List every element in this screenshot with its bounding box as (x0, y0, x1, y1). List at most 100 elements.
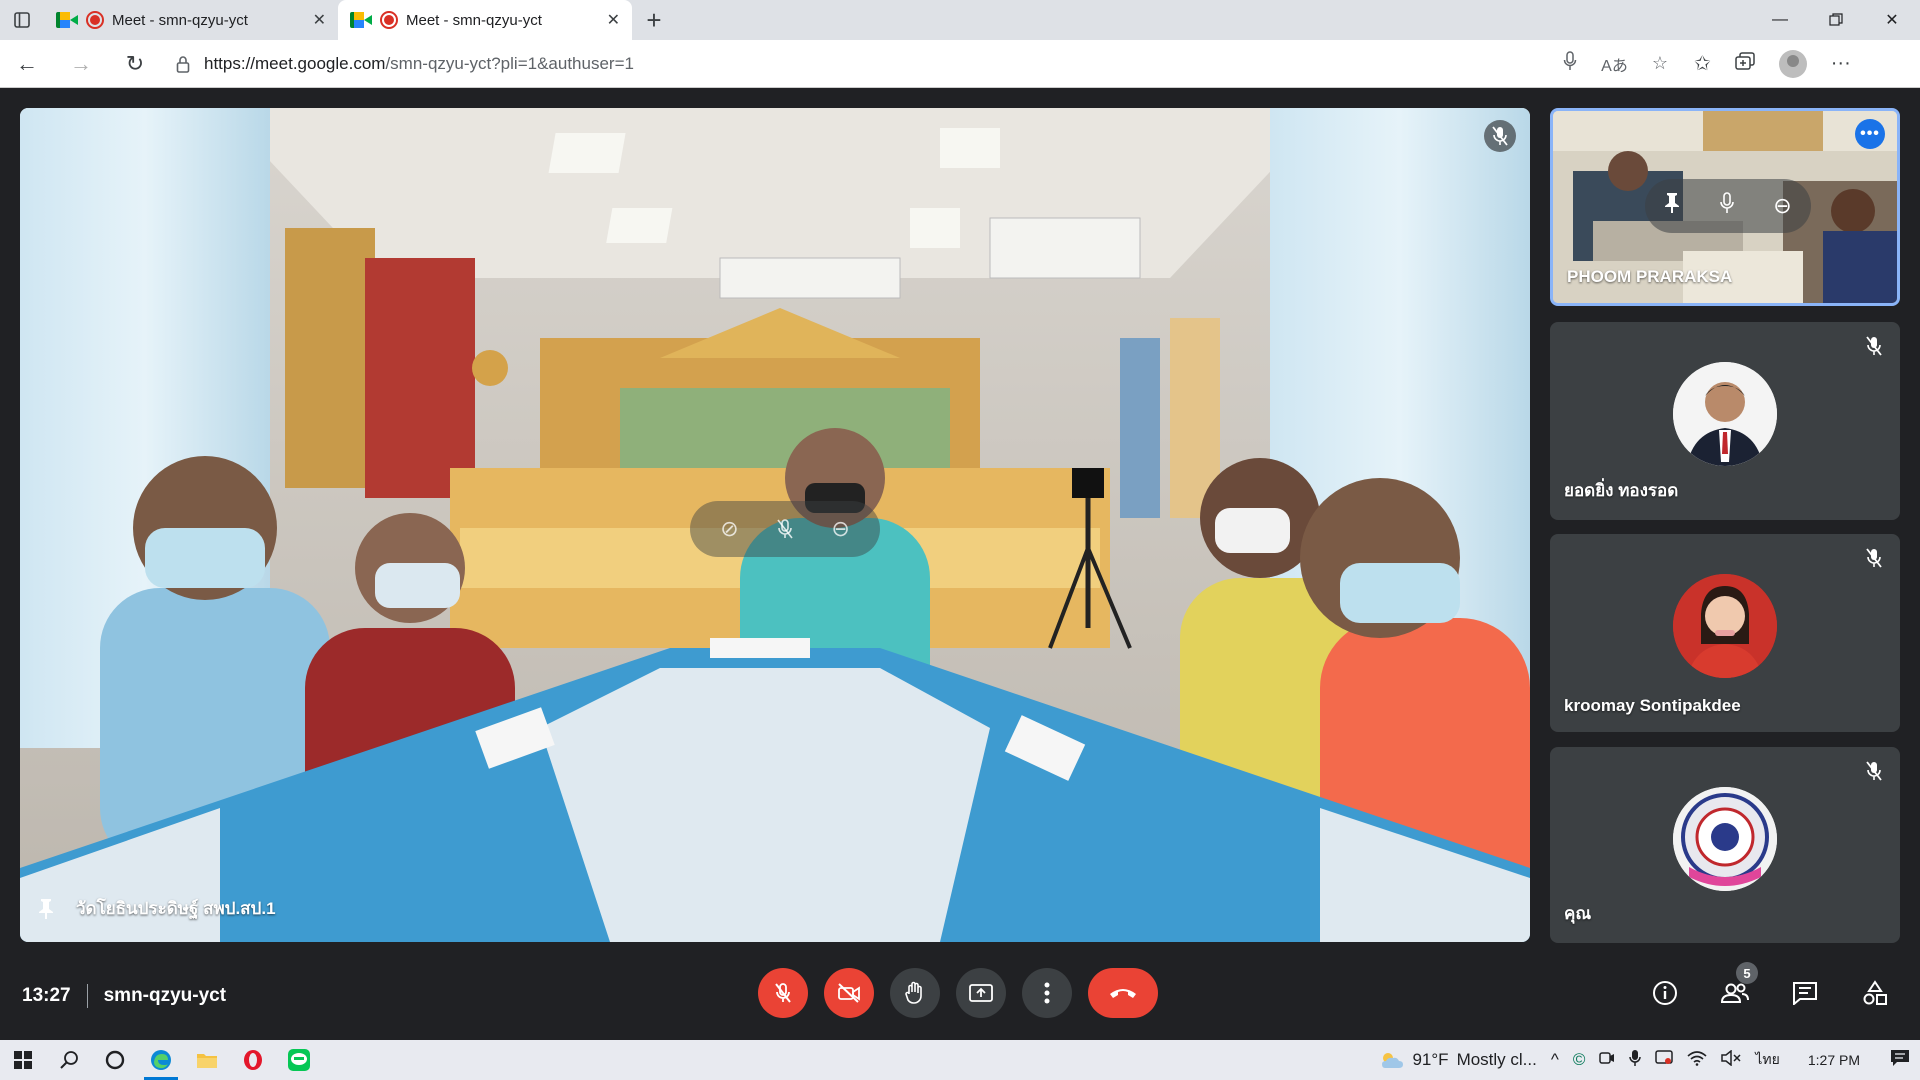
cortana-button[interactable] (92, 1040, 138, 1080)
pin-icon[interactable] (1664, 192, 1680, 220)
present-screen-button[interactable] (956, 968, 1006, 1018)
url-path: /smn-qzyu-yct?pli=1&authuser=1 (385, 53, 634, 73)
address-toolbar: ← → ↻ https://meet.google.com/smn-qzyu-y… (0, 40, 1920, 88)
activities-button[interactable] (1850, 968, 1900, 1018)
favorites-icon[interactable]: ✩ (1694, 51, 1711, 76)
camera-toggle-button[interactable] (824, 968, 874, 1018)
address-bar[interactable]: https://meet.google.com/smn-qzyu-yct?pli… (162, 45, 1682, 82)
hand-icon (905, 981, 922, 1004)
settings-menu-icon[interactable]: ··· (1831, 52, 1851, 75)
url-host: https://meet.google.com (204, 53, 386, 73)
participant-tile-1[interactable]: ⊖ ••• PHOOM PRARAKSA (1550, 108, 1900, 306)
collections-icon[interactable] (1735, 51, 1755, 76)
main-participant-label: วัดโยธินประดิษฐ์ สพป.สป.1 (38, 895, 276, 922)
close-tab-icon[interactable]: ✕ (607, 10, 620, 30)
raise-hand-button[interactable] (890, 968, 940, 1018)
notifications-icon[interactable] (1890, 1049, 1910, 1072)
browser-tab-strip: Meet - smn-qzyu-yct ✕ Meet - smn-qzyu-yc… (0, 0, 1920, 40)
participants-button[interactable]: 5 (1710, 962, 1760, 1018)
browser-tab-1[interactable]: Meet - smn-qzyu-yct ✕ (44, 0, 338, 40)
mute-participant-icon[interactable] (775, 518, 795, 540)
reload-button[interactable]: ↻ (108, 40, 162, 88)
weather-temperature: 91°F (1412, 1050, 1449, 1069)
new-tab-button[interactable]: + (632, 0, 676, 40)
volume-muted-icon[interactable] (1721, 1048, 1741, 1071)
participant-name: kroomay Sontipakdee (1564, 696, 1741, 715)
microphone-toggle-button[interactable] (758, 968, 808, 1018)
videocam-off-icon (838, 983, 860, 1003)
screen-capture-icon[interactable] (1655, 1049, 1674, 1071)
weather-description: Mostly cl... (1456, 1050, 1537, 1069)
tab-title: Meet - smn-qzyu-yct (112, 11, 248, 29)
tab-actions-button[interactable] (0, 0, 44, 40)
add-favorite-icon[interactable]: ☆ (1652, 53, 1668, 74)
participant-count-badge: 5 (1736, 962, 1758, 984)
edge-taskbar-button[interactable] (138, 1040, 184, 1080)
start-button[interactable] (0, 1040, 46, 1080)
back-button[interactable]: ← (0, 40, 54, 88)
remove-from-call-icon[interactable]: ⊖ (1773, 193, 1791, 219)
wifi-icon[interactable] (1687, 1050, 1707, 1071)
participant-avatar (1673, 362, 1777, 466)
mic-off-icon (1862, 334, 1886, 358)
call-controls (758, 968, 1158, 1018)
call-end-icon (1110, 989, 1136, 998)
meeting-time: 13:27 (22, 985, 71, 1006)
opera-icon (244, 1050, 262, 1070)
activities-icon (1863, 980, 1887, 1005)
windows-logo-icon (14, 1051, 32, 1069)
lock-icon[interactable] (176, 55, 190, 73)
chat-button[interactable] (1780, 968, 1830, 1018)
pin-icon (39, 898, 53, 919)
main-muted-badge (1484, 120, 1516, 152)
browser-tab-2[interactable]: Meet - smn-qzyu-yct ✕ (338, 0, 632, 40)
participant-tile-4[interactable]: คุณ (1550, 747, 1900, 943)
microphone-permission-icon[interactable] (1563, 51, 1577, 76)
restore-icon[interactable] (1808, 0, 1864, 40)
weather-widget[interactable]: 91°F Mostly cl... (1380, 1050, 1537, 1070)
meeting-side-controls: 5 (1640, 962, 1900, 1018)
participant-name: ยอดยิ่ง ทองรอด (1564, 481, 1679, 500)
window-controls: — ✕ (1752, 0, 1920, 40)
opera-button[interactable] (230, 1040, 276, 1080)
input-language[interactable]: ไทย (1755, 1049, 1779, 1071)
profile-avatar[interactable] (1778, 49, 1807, 78)
unpin-icon[interactable]: ⊘ (720, 516, 738, 542)
google-meet-icon (350, 12, 372, 28)
forward-button[interactable]: → (54, 40, 108, 88)
meeting-details-button[interactable] (1640, 968, 1690, 1018)
cortana-icon (105, 1050, 125, 1070)
line-app-button[interactable] (276, 1040, 322, 1080)
read-aloud-icon[interactable]: Aあ (1601, 52, 1628, 76)
close-tab-icon[interactable]: ✕ (313, 10, 326, 30)
close-window-icon[interactable]: ✕ (1864, 0, 1920, 40)
main-video-tile[interactable]: ⊘ ⊖ วัดโยธินประดิษฐ์ สพป.สป.1 (20, 108, 1530, 942)
remove-from-call-icon[interactable]: ⊖ (831, 516, 849, 542)
present-screen-icon (969, 984, 993, 1002)
meeting-control-bar: 13:27 smn-qzyu-yct 5 (0, 952, 1920, 1040)
people-icon (1721, 983, 1749, 1003)
leave-call-button[interactable] (1088, 968, 1158, 1018)
recording-icon (380, 11, 398, 29)
participant-avatar (1673, 574, 1777, 678)
more-vert-icon (1044, 982, 1050, 1004)
search-button[interactable] (46, 1040, 92, 1080)
ime-icon[interactable]: © (1573, 1050, 1586, 1070)
recording-icon (86, 11, 104, 29)
participant-name: PHOOM PRARAKSA (1567, 267, 1733, 286)
taskbar-clock[interactable]: 1:27 PM (1808, 1052, 1860, 1068)
more-options-button[interactable] (1022, 968, 1072, 1018)
file-explorer-button[interactable] (184, 1040, 230, 1080)
mic-off-icon (775, 983, 791, 1003)
mute-participant-icon[interactable] (1719, 192, 1735, 220)
more-options-icon[interactable]: ••• (1855, 119, 1885, 149)
chevron-up-icon[interactable]: ^ (1551, 1050, 1559, 1070)
search-icon (60, 1051, 78, 1069)
minimize-icon[interactable]: — (1752, 0, 1808, 40)
chat-icon (1793, 982, 1817, 1005)
mic-off-icon (1862, 546, 1886, 570)
microphone-in-use-icon[interactable] (1629, 1049, 1642, 1072)
participant-tile-3[interactable]: kroomay Sontipakdee (1550, 534, 1900, 732)
participant-tile-2[interactable]: ยอดยิ่ง ทองรอด (1550, 322, 1900, 520)
meet-tray-icon[interactable] (1599, 1050, 1615, 1071)
